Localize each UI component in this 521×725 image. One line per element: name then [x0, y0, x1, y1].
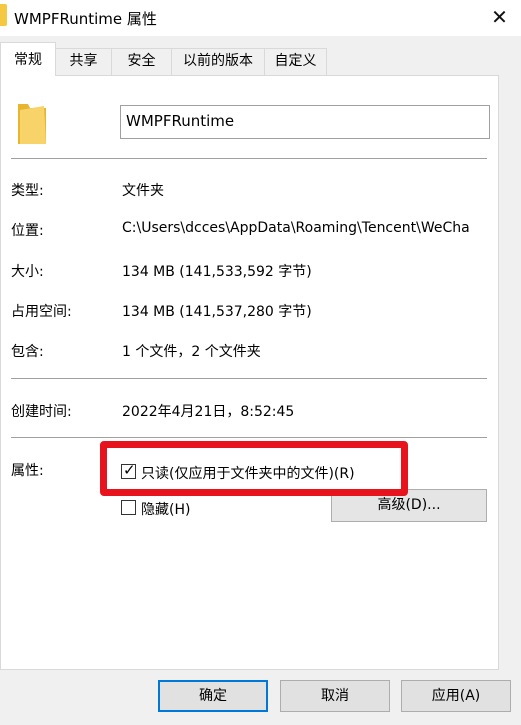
location-label: 位置: — [11, 223, 44, 239]
highlight-box — [100, 441, 408, 496]
contains-label: 包含: — [11, 344, 44, 360]
tab-strip: 常规 共享 安全 以前的版本 自定义 — [0, 36, 521, 76]
separator — [11, 378, 487, 379]
attributes-label: 属性: — [11, 463, 44, 479]
tab-customize[interactable]: 自定义 — [264, 48, 327, 75]
ok-button[interactable]: 确定 — [158, 680, 268, 712]
created-value: 2022年4月21日，8:52:45 — [122, 404, 295, 420]
title-folder-icon — [0, 4, 7, 26]
created-label: 创建时间: — [11, 404, 72, 420]
contains-value: 1 个文件，2 个文件夹 — [122, 344, 261, 360]
tab-previous-versions[interactable]: 以前的版本 — [171, 48, 265, 75]
tab-security[interactable]: 安全 — [111, 48, 172, 75]
hidden-label[interactable]: 隐藏(H) — [141, 499, 190, 519]
hidden-checkbox[interactable] — [121, 500, 136, 515]
type-label: 类型: — [11, 183, 44, 199]
close-button[interactable]: ✕ — [478, 0, 521, 36]
size-value: 134 MB (141,533,592 字节) — [122, 264, 312, 280]
folder-icon — [18, 104, 46, 144]
apply-button[interactable]: 应用(A) — [401, 680, 511, 712]
title-bar: WMPFRuntime 属性 ✕ — [0, 0, 521, 36]
size-label: 大小: — [11, 264, 44, 280]
tab-general[interactable]: 常规 — [0, 42, 56, 76]
folder-name-input[interactable]: WMPFRuntime — [120, 105, 490, 139]
tab-sharing[interactable]: 共享 — [55, 48, 112, 75]
window-title: WMPFRuntime 属性 — [14, 10, 157, 28]
separator — [11, 437, 487, 438]
general-panel — [0, 75, 499, 670]
location-value: C:\Users\dcces\AppData\Roaming\Tencent\W… — [122, 220, 470, 236]
cancel-button[interactable]: 取消 — [280, 680, 390, 712]
disk-size-label: 占用空间: — [11, 304, 72, 320]
type-value: 文件夹 — [122, 183, 164, 199]
disk-size-value: 134 MB (141,537,280 字节) — [122, 304, 312, 320]
separator — [11, 158, 487, 159]
